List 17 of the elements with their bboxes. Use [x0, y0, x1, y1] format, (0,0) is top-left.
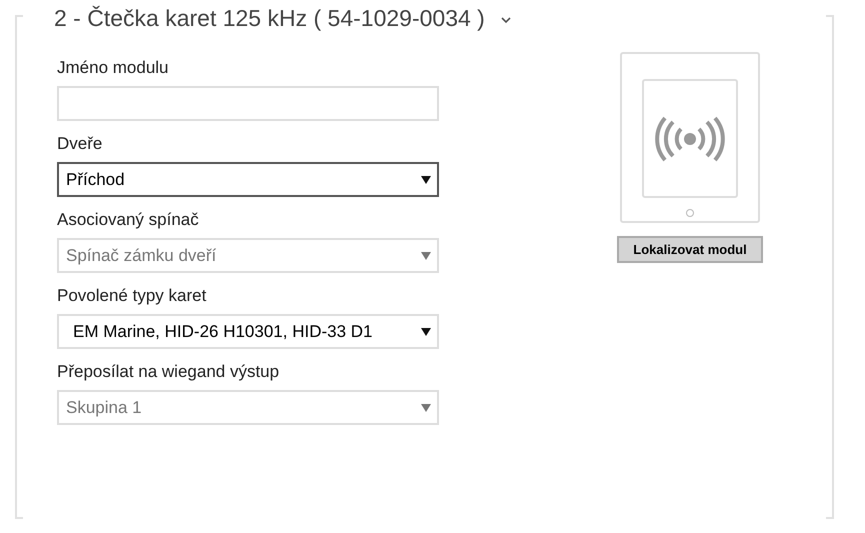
wireless-icon — [654, 116, 726, 162]
dropdown[interactable]: EM Marine, HID-26 H10301, HID-33 D1 — [57, 314, 439, 349]
field-label: Dveře — [57, 134, 104, 154]
device-led — [686, 209, 694, 217]
dropdown-arrow-icon — [421, 176, 431, 184]
locate-module-button[interactable]: Lokalizovat modul — [617, 236, 763, 263]
field-label: Přeposílat na wiegand výstup — [57, 362, 280, 382]
dropdown-arrow-icon — [421, 328, 431, 336]
dropdown[interactable]: Příchod — [57, 162, 439, 197]
field-label: Asociovaný spínač — [57, 210, 200, 230]
dropdown-arrow-icon — [421, 404, 431, 412]
chevron-icon[interactable] — [500, 16, 511, 24]
field-label: Jméno modulu — [57, 58, 170, 78]
input-field[interactable] — [57, 86, 439, 121]
field-label: Povolené typy karet — [57, 286, 208, 306]
dropdown-arrow-icon — [421, 252, 431, 260]
section-title: 2 - Čtečka karet 125 kHz ( 54-1029-0034 ) — [54, 4, 485, 32]
